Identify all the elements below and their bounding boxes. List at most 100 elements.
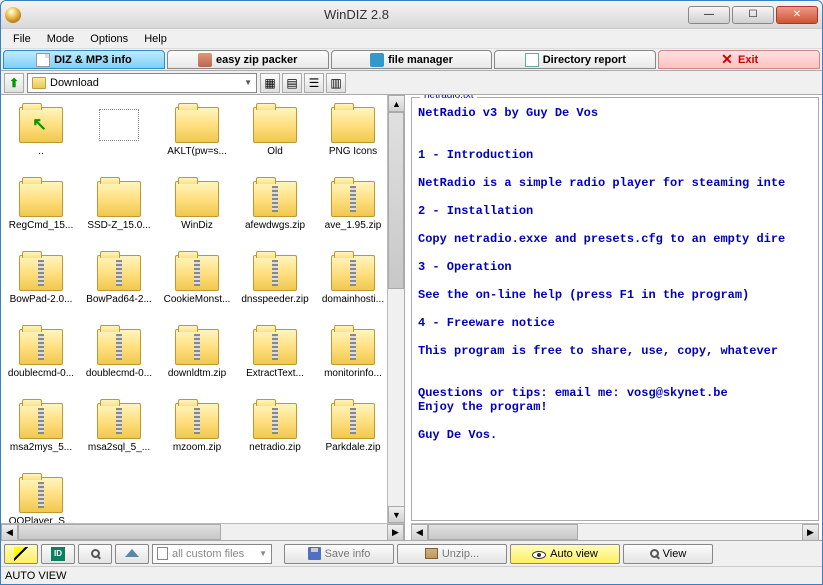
disk-icon bbox=[308, 547, 321, 560]
file-item[interactable]: msa2mys_5... bbox=[3, 399, 79, 471]
scroll-up-arrow[interactable]: ▲ bbox=[388, 95, 404, 112]
scroll-left-arrow[interactable]: ◀ bbox=[1, 524, 18, 540]
zip-folder-icon bbox=[253, 181, 297, 217]
id-button[interactable]: ID bbox=[41, 544, 75, 564]
viewer-content[interactable]: NetRadio v3 by Guy De Vos 1 - Introducti… bbox=[412, 98, 818, 520]
window-title: WinDIZ 2.8 bbox=[25, 7, 688, 22]
nav-up-button[interactable]: ⬆ bbox=[4, 73, 24, 93]
file-item[interactable]: Old bbox=[237, 103, 313, 175]
folder-icon bbox=[97, 181, 141, 217]
view-large-icons-button[interactable]: ▦ bbox=[260, 73, 280, 93]
file-item[interactable]: BowPad-2.0... bbox=[3, 251, 79, 323]
menu-mode[interactable]: Mode bbox=[39, 31, 83, 47]
folder-icon bbox=[19, 181, 63, 217]
hscroll-thumb[interactable] bbox=[18, 524, 221, 540]
file-item[interactable]: netradio.zip bbox=[237, 399, 313, 471]
content-area: .. AKLT(pw=s...Old PNG Icons RegCmd_15... SS… bbox=[1, 95, 822, 540]
view-small-icons-button[interactable]: ▤ bbox=[282, 73, 302, 93]
file-item[interactable]: ExtractText... bbox=[237, 325, 313, 397]
file-item[interactable]: CookieMonst... bbox=[159, 251, 235, 323]
file-item[interactable]: AKLT(pw=s... bbox=[159, 103, 235, 175]
file-label: SSD-Z_15.0... bbox=[87, 220, 150, 231]
unzip-button[interactable]: Unzip... bbox=[397, 544, 507, 564]
wand-button[interactable] bbox=[4, 544, 38, 564]
file-item[interactable]: msa2sql_5_... bbox=[81, 399, 157, 471]
minimize-button[interactable]: — bbox=[688, 6, 730, 24]
file-item[interactable]: mzoom.zip bbox=[159, 399, 235, 471]
view-list-button[interactable]: ☰ bbox=[304, 73, 324, 93]
file-item[interactable]: afewdwgs.zip bbox=[237, 177, 313, 249]
view-label: View bbox=[663, 548, 687, 560]
file-item[interactable]: Parkdale.zip bbox=[315, 399, 387, 471]
tab-zip-packer[interactable]: easy zip packer bbox=[167, 50, 329, 69]
file-label: PNG Icons bbox=[329, 146, 377, 157]
vscroll-thumb[interactable] bbox=[388, 112, 404, 289]
tab-diz-mp3[interactable]: DIZ & MP3 info bbox=[3, 50, 165, 69]
statusbar: AUTO VIEW bbox=[1, 566, 822, 584]
filter-combobox[interactable]: all custom files ▼ bbox=[152, 544, 272, 564]
titlebar[interactable]: WinDIZ 2.8 — ☐ ✕ bbox=[1, 1, 822, 29]
file-label: ExtractText... bbox=[246, 368, 304, 379]
file-item[interactable] bbox=[81, 103, 157, 175]
viewer-filename: netradio.txt bbox=[420, 95, 477, 101]
eye-icon bbox=[532, 551, 546, 559]
vertical-scrollbar[interactable]: ▲ ▼ bbox=[387, 95, 404, 523]
horizontal-scrollbar[interactable]: ◀ ▶ bbox=[1, 523, 404, 540]
file-item[interactable]: RegCmd_15... bbox=[3, 177, 79, 249]
tab-directory-report[interactable]: Directory report bbox=[494, 50, 656, 69]
zip-folder-icon bbox=[19, 255, 63, 291]
scroll-right-arrow[interactable]: ▶ bbox=[387, 524, 404, 540]
save-info-button[interactable]: Save info bbox=[284, 544, 394, 564]
viewer-scrollbar[interactable]: ◀ ▶ bbox=[411, 523, 819, 540]
home-button[interactable] bbox=[115, 544, 149, 564]
viewer-scroll-thumb[interactable] bbox=[428, 524, 578, 540]
menubar: File Mode Options Help bbox=[1, 29, 822, 49]
file-item[interactable]: domainhosti... bbox=[315, 251, 387, 323]
tab-exit[interactable]: ✕Exit bbox=[658, 50, 820, 69]
file-label: doublecmd-0... bbox=[86, 368, 152, 379]
menu-help[interactable]: Help bbox=[136, 31, 175, 47]
unzip-label: Unzip... bbox=[442, 548, 479, 560]
close-button[interactable]: ✕ bbox=[776, 6, 818, 24]
app-icon bbox=[5, 7, 21, 23]
tab-diz-label: DIZ & MP3 info bbox=[54, 54, 132, 66]
maximize-button[interactable]: ☐ bbox=[732, 6, 774, 24]
file-label: BowPad64-2... bbox=[86, 294, 152, 305]
zip-folder-icon bbox=[19, 329, 63, 365]
main-window: WinDIZ 2.8 — ☐ ✕ File Mode Options Help … bbox=[0, 0, 823, 585]
tab-file-manager[interactable]: file manager bbox=[331, 50, 493, 69]
menu-file[interactable]: File bbox=[5, 31, 39, 47]
auto-view-button[interactable]: Auto view bbox=[510, 544, 620, 564]
file-item[interactable]: doublecmd-0... bbox=[81, 325, 157, 397]
text-viewer: netradio.txt NetRadio v3 by Guy De Vos 1… bbox=[411, 97, 819, 521]
viewer-scroll-right[interactable]: ▶ bbox=[802, 524, 819, 540]
view-details-button[interactable]: ▥ bbox=[326, 73, 346, 93]
view-button[interactable]: View bbox=[623, 544, 713, 564]
tab-exit-label: Exit bbox=[738, 54, 758, 66]
file-item[interactable]: BowPad64-2... bbox=[81, 251, 157, 323]
tab-zip-label: easy zip packer bbox=[216, 54, 297, 66]
up-folder-icon bbox=[19, 107, 63, 143]
file-item[interactable]: PNG Icons bbox=[315, 103, 387, 175]
file-label: BowPad-2.0... bbox=[10, 294, 73, 305]
search-button[interactable] bbox=[78, 544, 112, 564]
menu-options[interactable]: Options bbox=[82, 31, 136, 47]
file-item[interactable]: downldtm.zip bbox=[159, 325, 235, 397]
file-item[interactable]: ave_1.95.zip bbox=[315, 177, 387, 249]
file-item[interactable]: doublecmd-0... bbox=[3, 325, 79, 397]
file-item[interactable]: dnsspeeder.zip bbox=[237, 251, 313, 323]
file-item[interactable]: .. bbox=[3, 103, 79, 175]
file-item[interactable]: WinDiz bbox=[159, 177, 235, 249]
filter-text: all custom files bbox=[172, 548, 244, 560]
tabbar: DIZ & MP3 info easy zip packer file mana… bbox=[1, 49, 822, 71]
box-icon bbox=[425, 548, 438, 559]
file-item[interactable]: QQPlayer_S... bbox=[3, 473, 79, 523]
scroll-down-arrow[interactable]: ▼ bbox=[388, 506, 404, 523]
viewer-scroll-left[interactable]: ◀ bbox=[411, 524, 428, 540]
path-combobox[interactable]: Download ▼ bbox=[27, 73, 257, 93]
home-icon bbox=[125, 549, 139, 557]
zip-folder-icon bbox=[19, 403, 63, 439]
file-grid[interactable]: .. AKLT(pw=s...Old PNG Icons RegCmd_15... SS… bbox=[1, 95, 387, 523]
file-item[interactable]: monitorinfo... bbox=[315, 325, 387, 397]
file-item[interactable]: SSD-Z_15.0... bbox=[81, 177, 157, 249]
